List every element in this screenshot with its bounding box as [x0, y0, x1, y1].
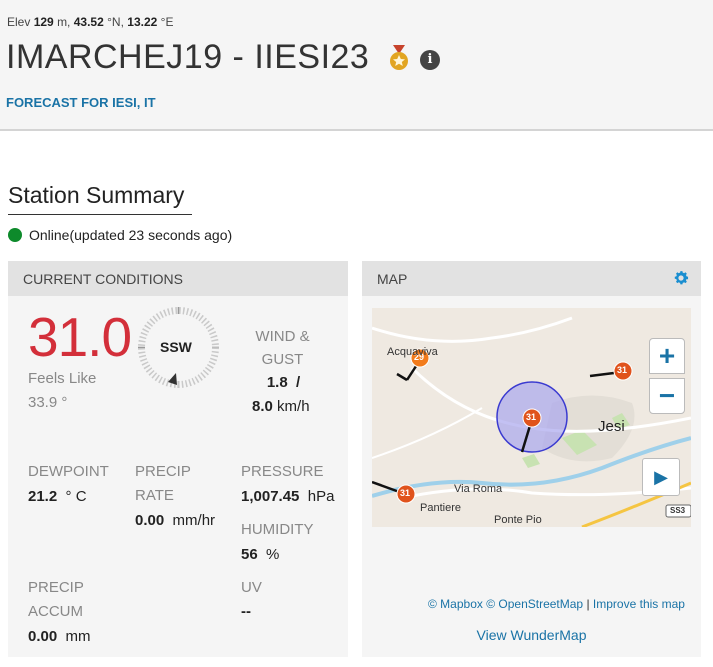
online-status-dot: [8, 228, 22, 242]
station-location: Elev 129 m, 43.52 °N, 13.22 °E: [7, 15, 173, 29]
precip-rate-label: PRECIP RATE: [135, 463, 191, 504]
mapbox-link[interactable]: © Mapbox: [428, 597, 483, 611]
medal-icon: [390, 45, 408, 70]
elev-unit: m,: [57, 15, 71, 29]
feels-like-label: Feels Like: [28, 370, 97, 387]
weather-map[interactable]: 29 31 31 31 Acquaviva Jesi Via Roma Pant…: [372, 308, 691, 527]
gear-icon[interactable]: [672, 269, 690, 287]
marker-label[interactable]: 31: [526, 412, 536, 422]
uv-value: --: [241, 603, 251, 620]
map-place-label: Via Roma: [454, 483, 503, 495]
play-icon: ▶: [654, 467, 668, 487]
map-place-label: Ponte Pio: [494, 514, 542, 526]
map-place-label: Pantiere: [420, 502, 461, 514]
lat-unit: °N,: [107, 15, 124, 29]
dewpoint-label: DEWPOINT: [28, 463, 109, 480]
wind-gust-label: WIND & GUST: [255, 328, 310, 368]
status-text: Online(updated 23 seconds ago): [29, 227, 233, 243]
precip-accum-label: PRECIP ACCUM: [28, 579, 84, 620]
map-place-label: Jesi: [598, 418, 625, 435]
play-animation-button[interactable]: ▶: [642, 458, 680, 496]
uv-label: UV: [241, 579, 262, 596]
station-title: IMARCHEJ19 - IIESI23: [6, 38, 370, 76]
attribution-separator: |: [586, 597, 590, 611]
lon-unit: °E: [160, 15, 174, 29]
improve-map-link[interactable]: Improve this map: [593, 597, 685, 611]
current-conditions-card: CURRENT CONDITIONS 31.0 Feels Like 33.9 …: [8, 261, 348, 657]
marker-label[interactable]: 31: [400, 488, 410, 498]
lon-value: 13.22: [127, 15, 158, 29]
map-card: MAP 29 31 31 31 Acquaviva Jesi Via Roma …: [362, 261, 701, 657]
elev-label: Elev: [7, 15, 31, 29]
marker-label[interactable]: 31: [617, 365, 627, 375]
view-wundermap-link[interactable]: View WunderMap: [362, 627, 701, 643]
zoom-out-button[interactable]: −: [649, 378, 685, 414]
zoom-in-button[interactable]: +: [649, 338, 685, 374]
gust-speed: 8.0 km/h: [252, 398, 310, 415]
map-place-label: Acquaviva: [387, 346, 438, 358]
road-label: SS3: [670, 506, 686, 515]
lat-value: 43.52: [73, 15, 104, 29]
wind-direction: SSW: [160, 339, 192, 355]
humidity-value: 56 %: [241, 546, 280, 563]
osm-link[interactable]: © OpenStreetMap: [486, 597, 583, 611]
temperature-value: 31.0: [28, 306, 132, 368]
info-icon[interactable]: i: [420, 50, 440, 70]
precip-accum-value: 0.00 mm: [28, 628, 91, 645]
map-attribution: © Mapbox © OpenStreetMap | Improve this …: [428, 597, 685, 611]
feels-like-value: 33.9 °: [28, 394, 68, 411]
wind-speed: 1.8 /: [266, 374, 301, 391]
forecast-link[interactable]: FORECAST FOR IESI, IT: [6, 95, 156, 110]
map-header: MAP: [362, 261, 701, 296]
humidity-label: HUMIDITY: [241, 521, 314, 538]
elev-value: 129: [33, 15, 54, 29]
station-header: Elev 129 m, 43.52 °N, 13.22 °E IMARCHEJ1…: [0, 0, 713, 131]
station-summary-heading: Station Summary: [8, 182, 192, 215]
current-conditions-header: CURRENT CONDITIONS: [8, 261, 348, 296]
pressure-label: PRESSURE: [241, 463, 324, 480]
station-status: Online(updated 23 seconds ago): [8, 227, 232, 243]
precip-rate-value: 0.00 mm/hr: [135, 512, 216, 529]
pressure-value: 1,007.45 hPa: [241, 488, 335, 505]
dewpoint-value: 21.2 ° C: [28, 488, 87, 505]
